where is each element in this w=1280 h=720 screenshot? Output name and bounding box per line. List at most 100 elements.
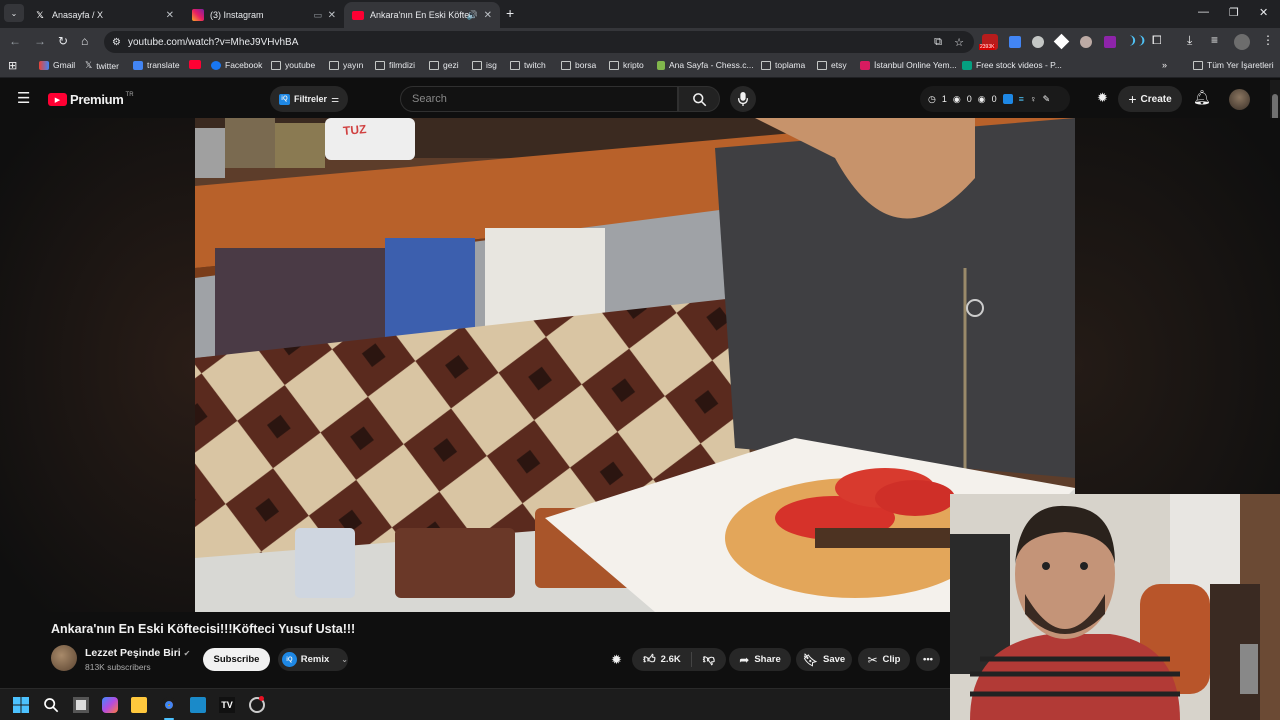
bookmark-folder-youtube[interactable]: youtube bbox=[271, 60, 315, 70]
tradingview-icon[interactable]: TV bbox=[219, 697, 235, 713]
bookmark-twitter[interactable]: 𝕏twitter bbox=[85, 60, 119, 71]
bookmark-label: borsa bbox=[575, 60, 597, 70]
bookmark-youtube-fav[interactable] bbox=[189, 60, 205, 69]
home-icon[interactable]: ⌂ bbox=[81, 34, 88, 48]
search-input[interactable]: Search bbox=[400, 86, 678, 112]
reading-list-icon[interactable]: ≡ bbox=[1211, 33, 1218, 47]
windows-start-icon[interactable] bbox=[13, 697, 29, 713]
youtube-logo[interactable]: ▶ Premium TR bbox=[48, 92, 134, 107]
folder-icon bbox=[561, 60, 571, 70]
channel-name[interactable]: Lezzet Peşinde Biri bbox=[85, 647, 181, 659]
bookmark-label: gezi bbox=[443, 60, 459, 70]
tab-x[interactable]: 𝕏 Anasayfa / X ✕ bbox=[26, 2, 182, 28]
bookmark-folder-toplama[interactable]: toplama bbox=[761, 60, 805, 70]
clip-button[interactable]: ✂ Clip bbox=[858, 648, 910, 671]
sparkle-icon[interactable]: ✹ bbox=[1097, 90, 1108, 106]
monitor-app-icon[interactable] bbox=[190, 697, 206, 713]
bookmark-chess[interactable]: Ana Sayfa - Chess.c... bbox=[657, 60, 754, 70]
site-info-icon[interactable]: ⚙ bbox=[112, 37, 121, 48]
bookmark-translate[interactable]: translate bbox=[133, 60, 180, 70]
bookmark-facebook[interactable]: Facebook bbox=[211, 60, 262, 70]
bookmark-istanbul-online[interactable]: İstanbul Online Yem... bbox=[860, 60, 957, 70]
bookmark-folder-twitch[interactable]: twitch bbox=[510, 60, 546, 70]
bookmark-gmail[interactable]: Gmail bbox=[39, 60, 75, 70]
chevron-down-icon[interactable]: ⌄ bbox=[341, 655, 348, 664]
apps-grid-icon[interactable]: ⊞ bbox=[8, 59, 17, 72]
yemeksepeti-icon bbox=[860, 60, 870, 70]
thumbs-down-icon[interactable]: 👎︎ bbox=[703, 652, 715, 667]
extensions-puzzle-icon[interactable]: ⧠ bbox=[1152, 33, 1162, 48]
tab-instagram[interactable]: (3) Instagram ▭ ✕ bbox=[184, 2, 344, 28]
folder-icon bbox=[1193, 60, 1203, 70]
ask-sparkle-icon[interactable]: ✹ bbox=[611, 652, 622, 668]
address-bar[interactable]: ⚙ youtube.com/watch?v=MheJ9VHvhBA ⧉ ☆ bbox=[104, 31, 974, 53]
like-button[interactable]: 👍︎ 2.6K bbox=[643, 652, 692, 667]
extension-stats-bar[interactable]: ◷ 1 ◉ 0 ◉ 0 ≡ ♀ ✎ bbox=[920, 86, 1070, 112]
menu-kebab-icon[interactable]: ⋮ bbox=[1262, 33, 1274, 47]
forward-icon[interactable]: → bbox=[34, 34, 46, 48]
back-icon[interactable]: ← bbox=[9, 34, 21, 48]
install-app-icon[interactable]: ⧉ bbox=[934, 36, 942, 49]
account-avatar[interactable] bbox=[1229, 89, 1250, 110]
remix-button[interactable]: iQ Remix ⌄ bbox=[278, 648, 348, 671]
folder-icon bbox=[510, 60, 520, 70]
extension-icon[interactable] bbox=[1104, 36, 1116, 48]
bookmark-folder-isg[interactable]: isg bbox=[472, 60, 497, 70]
maximize-button[interactable]: ❐ bbox=[1229, 6, 1239, 19]
scene-sign-text: TUZ bbox=[342, 122, 367, 138]
tab-search-button[interactable]: ⌄ bbox=[4, 4, 24, 22]
search-icon[interactable] bbox=[43, 697, 59, 713]
bookmark-folder-yayin[interactable]: yayın bbox=[329, 60, 363, 70]
microphone-icon bbox=[737, 92, 749, 106]
bookmark-label: yayın bbox=[343, 60, 364, 70]
close-window-button[interactable]: ✕ bbox=[1259, 6, 1268, 19]
extension-icon[interactable] bbox=[1053, 33, 1070, 50]
create-button[interactable]: + Create bbox=[1118, 86, 1182, 112]
voice-search-button[interactable] bbox=[730, 86, 756, 112]
pexels-icon bbox=[962, 60, 972, 70]
extension-icon[interactable]: ❩❩ bbox=[1128, 34, 1146, 47]
speaker-icon[interactable]: 🔊 bbox=[467, 10, 478, 21]
minimize-button[interactable]: — bbox=[1198, 6, 1209, 18]
more-actions-button[interactable]: ••• bbox=[916, 648, 940, 671]
file-explorer-icon[interactable] bbox=[131, 697, 147, 713]
profile-avatar[interactable] bbox=[1234, 34, 1250, 50]
translate-extension-icon[interactable] bbox=[1009, 36, 1021, 48]
close-icon[interactable]: ✕ bbox=[484, 10, 492, 21]
close-icon[interactable]: ✕ bbox=[328, 10, 336, 21]
youtube-icon bbox=[189, 60, 201, 69]
reload-icon[interactable]: ↻ bbox=[58, 34, 68, 48]
bookmark-star-icon[interactable]: ☆ bbox=[954, 36, 964, 49]
bookmark-folder-etsy[interactable]: etsy bbox=[817, 60, 847, 70]
bookmark-stock-videos[interactable]: Free stock videos - P... bbox=[962, 60, 1062, 70]
bookmark-folder-filmdizi[interactable]: filmdizi bbox=[375, 60, 415, 70]
share-button[interactable]: ➦ Share bbox=[729, 648, 791, 671]
download-icon[interactable]: ⤓ bbox=[1187, 33, 1192, 48]
video-player[interactable]: TUZ bbox=[195, 118, 1075, 612]
channel-name-row[interactable]: Lezzet Peşinde Biri ✔ bbox=[85, 647, 190, 659]
filters-button[interactable]: iQ Filtreler ⚌ bbox=[270, 86, 348, 112]
search-placeholder: Search bbox=[412, 93, 447, 105]
bookmark-folder-gezi[interactable]: gezi bbox=[429, 60, 459, 70]
bookmark-folder-kripto[interactable]: kripto bbox=[609, 60, 644, 70]
tab-title: (3) Instagram bbox=[210, 10, 264, 20]
extension-icon[interactable] bbox=[1032, 36, 1044, 48]
all-bookmarks[interactable]: Tüm Yer İşaretleri bbox=[1193, 60, 1274, 70]
new-tab-button[interactable]: + bbox=[506, 5, 514, 21]
hamburger-menu-icon[interactable]: ☰ bbox=[17, 89, 30, 107]
channel-avatar[interactable] bbox=[51, 645, 77, 671]
chrome-icon[interactable] bbox=[161, 697, 177, 713]
tab-youtube-active[interactable]: Ankara'nın En Eski Köftecisi 🔊 ✕ bbox=[344, 2, 500, 28]
bookmark-folder-borsa[interactable]: borsa bbox=[561, 60, 596, 70]
subscribe-button[interactable]: Subscribe bbox=[203, 648, 270, 671]
notifications-bell-icon[interactable]: 🔔︎ bbox=[1193, 89, 1211, 106]
save-button[interactable]: 🔖︎ Save bbox=[796, 648, 852, 671]
copilot-icon[interactable] bbox=[102, 697, 118, 713]
extension-icon[interactable] bbox=[1080, 36, 1092, 48]
task-view-icon[interactable] bbox=[73, 697, 89, 713]
search-button[interactable] bbox=[678, 86, 720, 112]
close-icon[interactable]: ✕ bbox=[166, 10, 174, 21]
more-bookmarks-icon[interactable]: » bbox=[1162, 60, 1167, 70]
folder-icon bbox=[472, 60, 482, 70]
bookmark-label: translate bbox=[147, 60, 180, 70]
